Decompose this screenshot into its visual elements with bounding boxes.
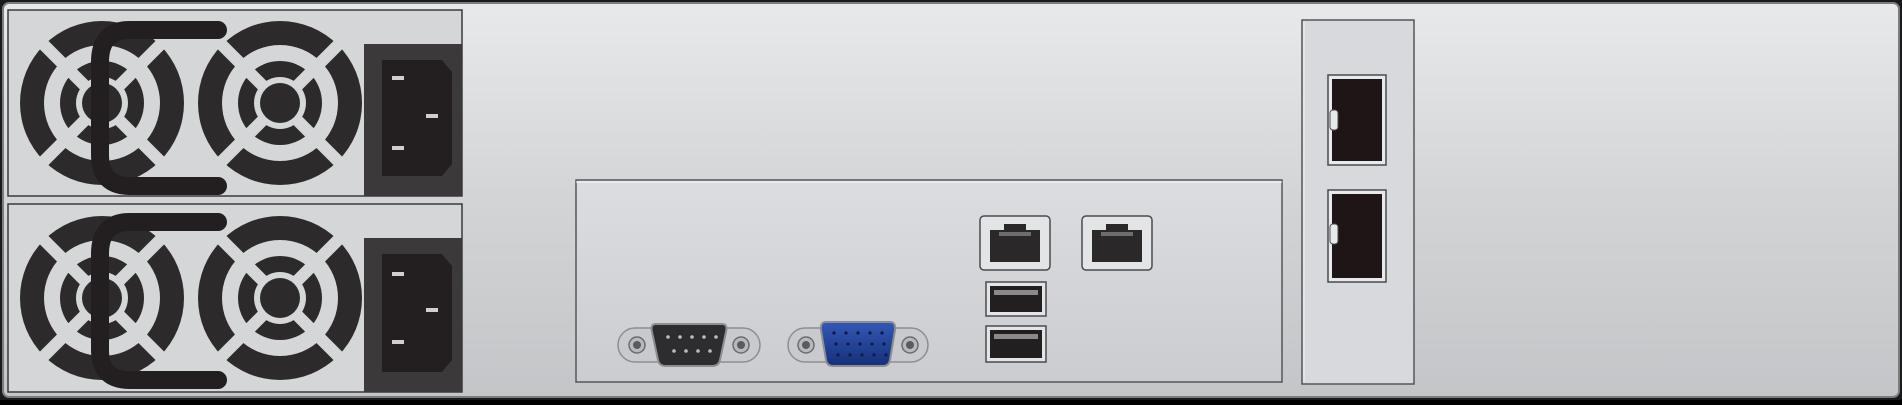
lan-port-1[interactable]: [979, 215, 1051, 271]
io-panel: [575, 179, 1283, 383]
usb-port-2[interactable]: [985, 325, 1047, 363]
sfp-port-2[interactable]: [1327, 189, 1387, 283]
rear-panel-illustration: [0, 0, 1902, 400]
power-inlet-icon[interactable]: [364, 44, 462, 196]
fan-grille-icon: [198, 216, 362, 380]
expansion-slot: [1301, 19, 1415, 385]
power-supply-1: [7, 9, 463, 197]
power-inlet-icon[interactable]: [364, 238, 462, 392]
lan-port-2[interactable]: [1081, 215, 1153, 271]
server-rear-panel: [0, 0, 1902, 400]
sfp-port-1[interactable]: [1327, 74, 1387, 166]
fan-grille-icon: [198, 21, 362, 185]
power-supply-2: [7, 203, 463, 393]
serial-port[interactable]: [617, 323, 761, 367]
usb-port-1[interactable]: [985, 281, 1047, 317]
vga-port[interactable]: [787, 321, 929, 367]
